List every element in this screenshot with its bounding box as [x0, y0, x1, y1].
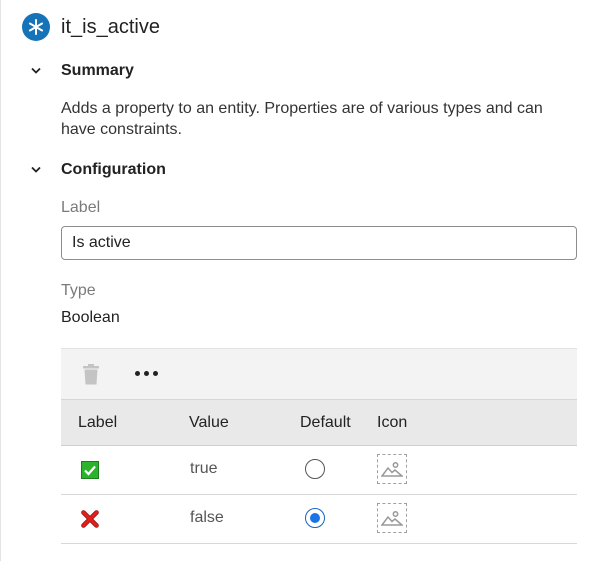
chevron-down-icon [28, 162, 44, 178]
default-radio[interactable] [305, 459, 325, 479]
green-check-icon[interactable] [81, 461, 99, 484]
red-x-icon[interactable] [81, 510, 99, 533]
column-header-value: Value [189, 414, 229, 431]
label-input[interactable] [61, 226, 577, 260]
values-grid: Label Value Default Icon true false [61, 348, 577, 544]
type-caption: Type [61, 282, 96, 299]
summary-text: Adds a property to an entity. Properties… [61, 100, 543, 138]
table-row[interactable]: false [61, 495, 577, 544]
configuration-section-toggle[interactable]: Configuration [28, 161, 166, 179]
chevron-down-icon [28, 63, 44, 79]
more-icon[interactable] [135, 371, 158, 376]
grid-header: Label Value Default Icon [61, 399, 577, 446]
summary-title: Summary [61, 62, 134, 79]
image-placeholder-icon[interactable] [377, 503, 407, 533]
grid-toolbar [61, 348, 577, 399]
summary-section-toggle[interactable]: Summary [28, 62, 134, 80]
entity-title: it_is_active [61, 15, 160, 38]
image-placeholder-icon[interactable] [377, 454, 407, 484]
left-border [0, 0, 1, 561]
column-header-default: Default [300, 414, 351, 431]
type-value: Boolean [61, 309, 120, 326]
table-row[interactable]: true [61, 446, 577, 495]
value-cell: false [190, 509, 224, 526]
trash-icon[interactable] [81, 363, 101, 385]
configuration-title: Configuration [61, 161, 166, 178]
entity-header: it_is_active [22, 13, 160, 41]
default-radio[interactable] [305, 508, 325, 528]
column-header-icon: Icon [377, 414, 408, 431]
column-header-label: Label [78, 414, 118, 431]
label-caption: Label [61, 199, 101, 216]
asterisk-icon [22, 13, 50, 41]
value-cell: true [190, 460, 218, 477]
